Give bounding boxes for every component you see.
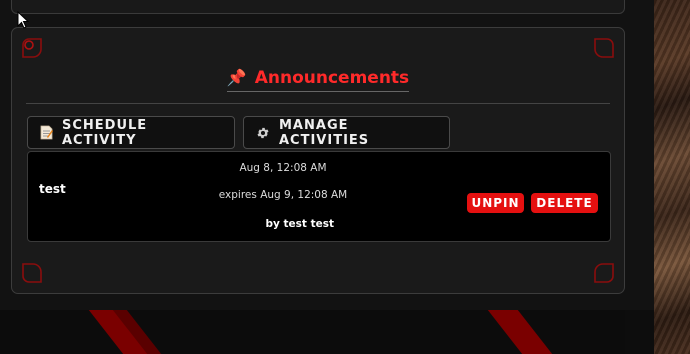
announcement-date: Aug 8, 12:08 AM — [239, 162, 327, 174]
corner-ornament-icon — [594, 263, 614, 283]
corner-ornament-icon — [22, 38, 42, 58]
schedule-activity-label: SCHEDULE ACTIVITY — [62, 117, 148, 148]
mouse-cursor-icon — [17, 11, 29, 29]
divider — [26, 103, 610, 104]
announcements-card: 📌 Announcements SCHEDULE ACTIVITY MANAGE … — [11, 27, 625, 294]
app-panel: 📌 Announcements SCHEDULE ACTIVITY MANAGE … — [0, 0, 654, 310]
decor-stripe — [487, 310, 553, 354]
manage-activities-label: MANAGE ACTIVITIES — [279, 117, 370, 148]
unpin-button[interactable]: UNPIN — [467, 193, 524, 213]
previous-panel — [11, 0, 625, 14]
announcement-expiry: expires Aug 9, 12:08 AM — [218, 189, 348, 201]
footer-bar — [0, 310, 625, 354]
announcement-title: test — [39, 182, 66, 196]
memo-icon — [40, 125, 53, 140]
schedule-activity-button[interactable]: SCHEDULE ACTIVITY — [27, 116, 235, 149]
background-wood — [654, 0, 690, 354]
pushpin-icon: 📌 — [226, 68, 247, 87]
gear-icon — [256, 126, 270, 140]
delete-button[interactable]: DELETE — [531, 193, 598, 213]
page-title-text: Announcements — [254, 68, 410, 88]
announcement-author: by test test — [265, 218, 335, 230]
manage-activities-button[interactable]: MANAGE ACTIVITIES — [243, 116, 450, 149]
page-title: 📌 Announcements — [226, 68, 410, 92]
corner-ornament-icon — [22, 263, 42, 283]
corner-ornament-icon — [594, 38, 614, 58]
announcements-header: 📌 Announcements — [12, 68, 624, 92]
announcement-item: test Aug 8, 12:08 AM expires Aug 9, 12:0… — [27, 151, 611, 242]
